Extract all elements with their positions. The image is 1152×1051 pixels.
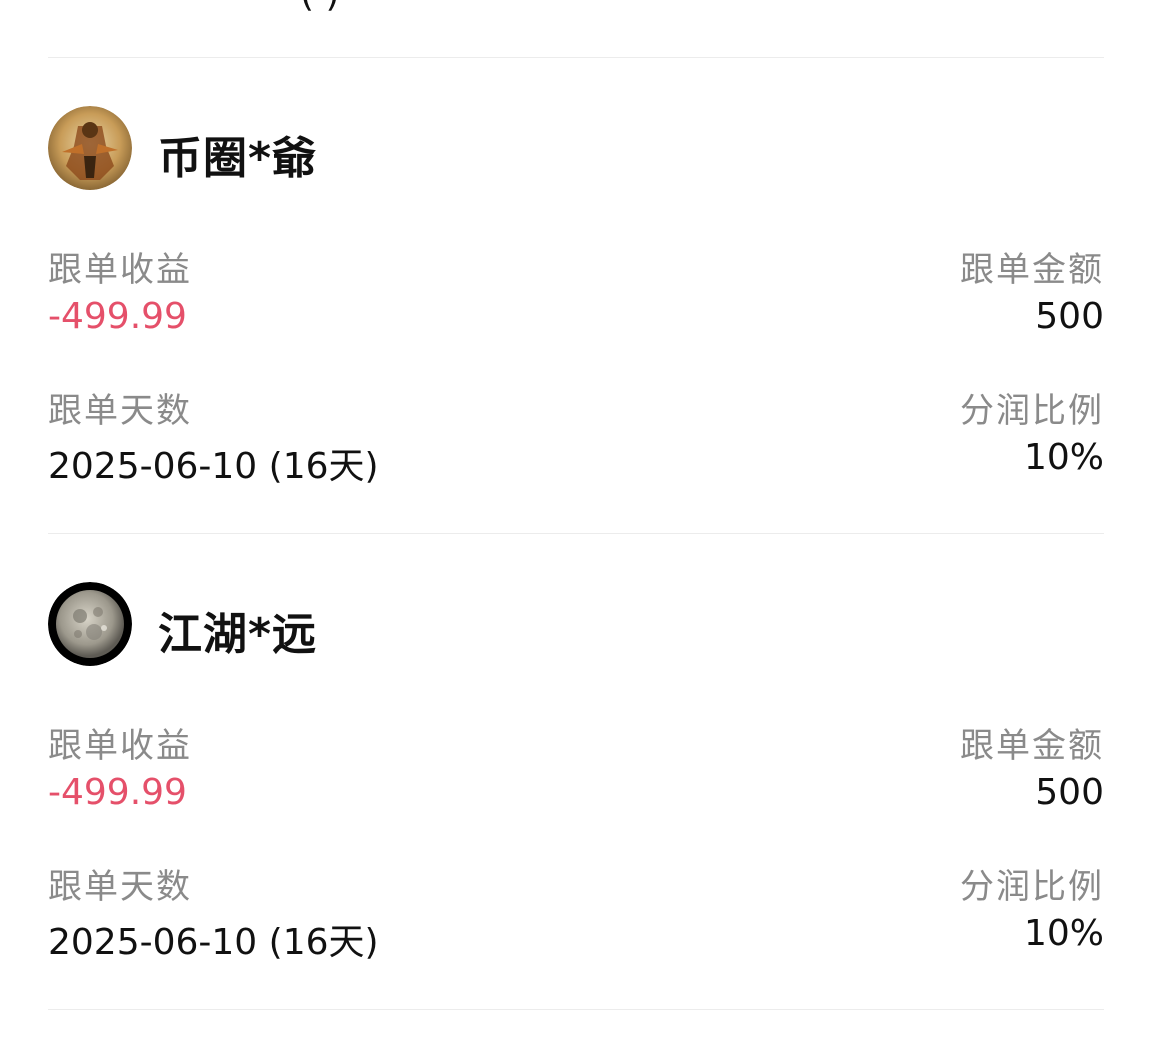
divider xyxy=(48,57,1104,58)
profit-label: 跟单收益 xyxy=(48,726,192,766)
previous-item-fragment: ( ) xyxy=(300,0,340,15)
days-label: 跟单天数 xyxy=(48,391,192,431)
follower-card[interactable]: 江湖*远 跟单收益 跟单金额 -499.99 500 跟单天数 分润比例 202… xyxy=(48,582,1104,982)
amount-value: 500 xyxy=(1035,296,1104,337)
days-value: 2025-06-10 (16天) xyxy=(48,446,379,487)
profit-label: 跟单收益 xyxy=(48,250,192,290)
share-label: 分润比例 xyxy=(960,867,1104,907)
divider xyxy=(48,533,1104,534)
share-value: 10% xyxy=(1023,913,1104,954)
amount-label: 跟单金额 xyxy=(960,726,1104,766)
moon-avatar-icon[interactable] xyxy=(48,582,132,666)
follower-card[interactable]: 币圈*爺 跟单收益 跟单金额 -499.99 500 跟单天数 分润比例 202… xyxy=(48,106,1104,506)
user-name: 币圈*爺 xyxy=(158,133,318,184)
warrior-avatar-icon[interactable] xyxy=(48,106,132,190)
amount-label: 跟单金额 xyxy=(960,250,1104,290)
profit-value: -499.99 xyxy=(48,772,187,813)
amount-value: 500 xyxy=(1035,772,1104,813)
user-name: 江湖*远 xyxy=(158,609,318,660)
share-label: 分润比例 xyxy=(960,391,1104,431)
divider xyxy=(48,1009,1104,1010)
user-row[interactable]: 江湖*远 xyxy=(48,582,1104,668)
user-row[interactable]: 币圈*爺 xyxy=(48,106,1104,192)
days-value: 2025-06-10 (16天) xyxy=(48,922,379,963)
share-value: 10% xyxy=(1023,437,1104,478)
profit-value: -499.99 xyxy=(48,296,187,337)
days-label: 跟单天数 xyxy=(48,867,192,907)
